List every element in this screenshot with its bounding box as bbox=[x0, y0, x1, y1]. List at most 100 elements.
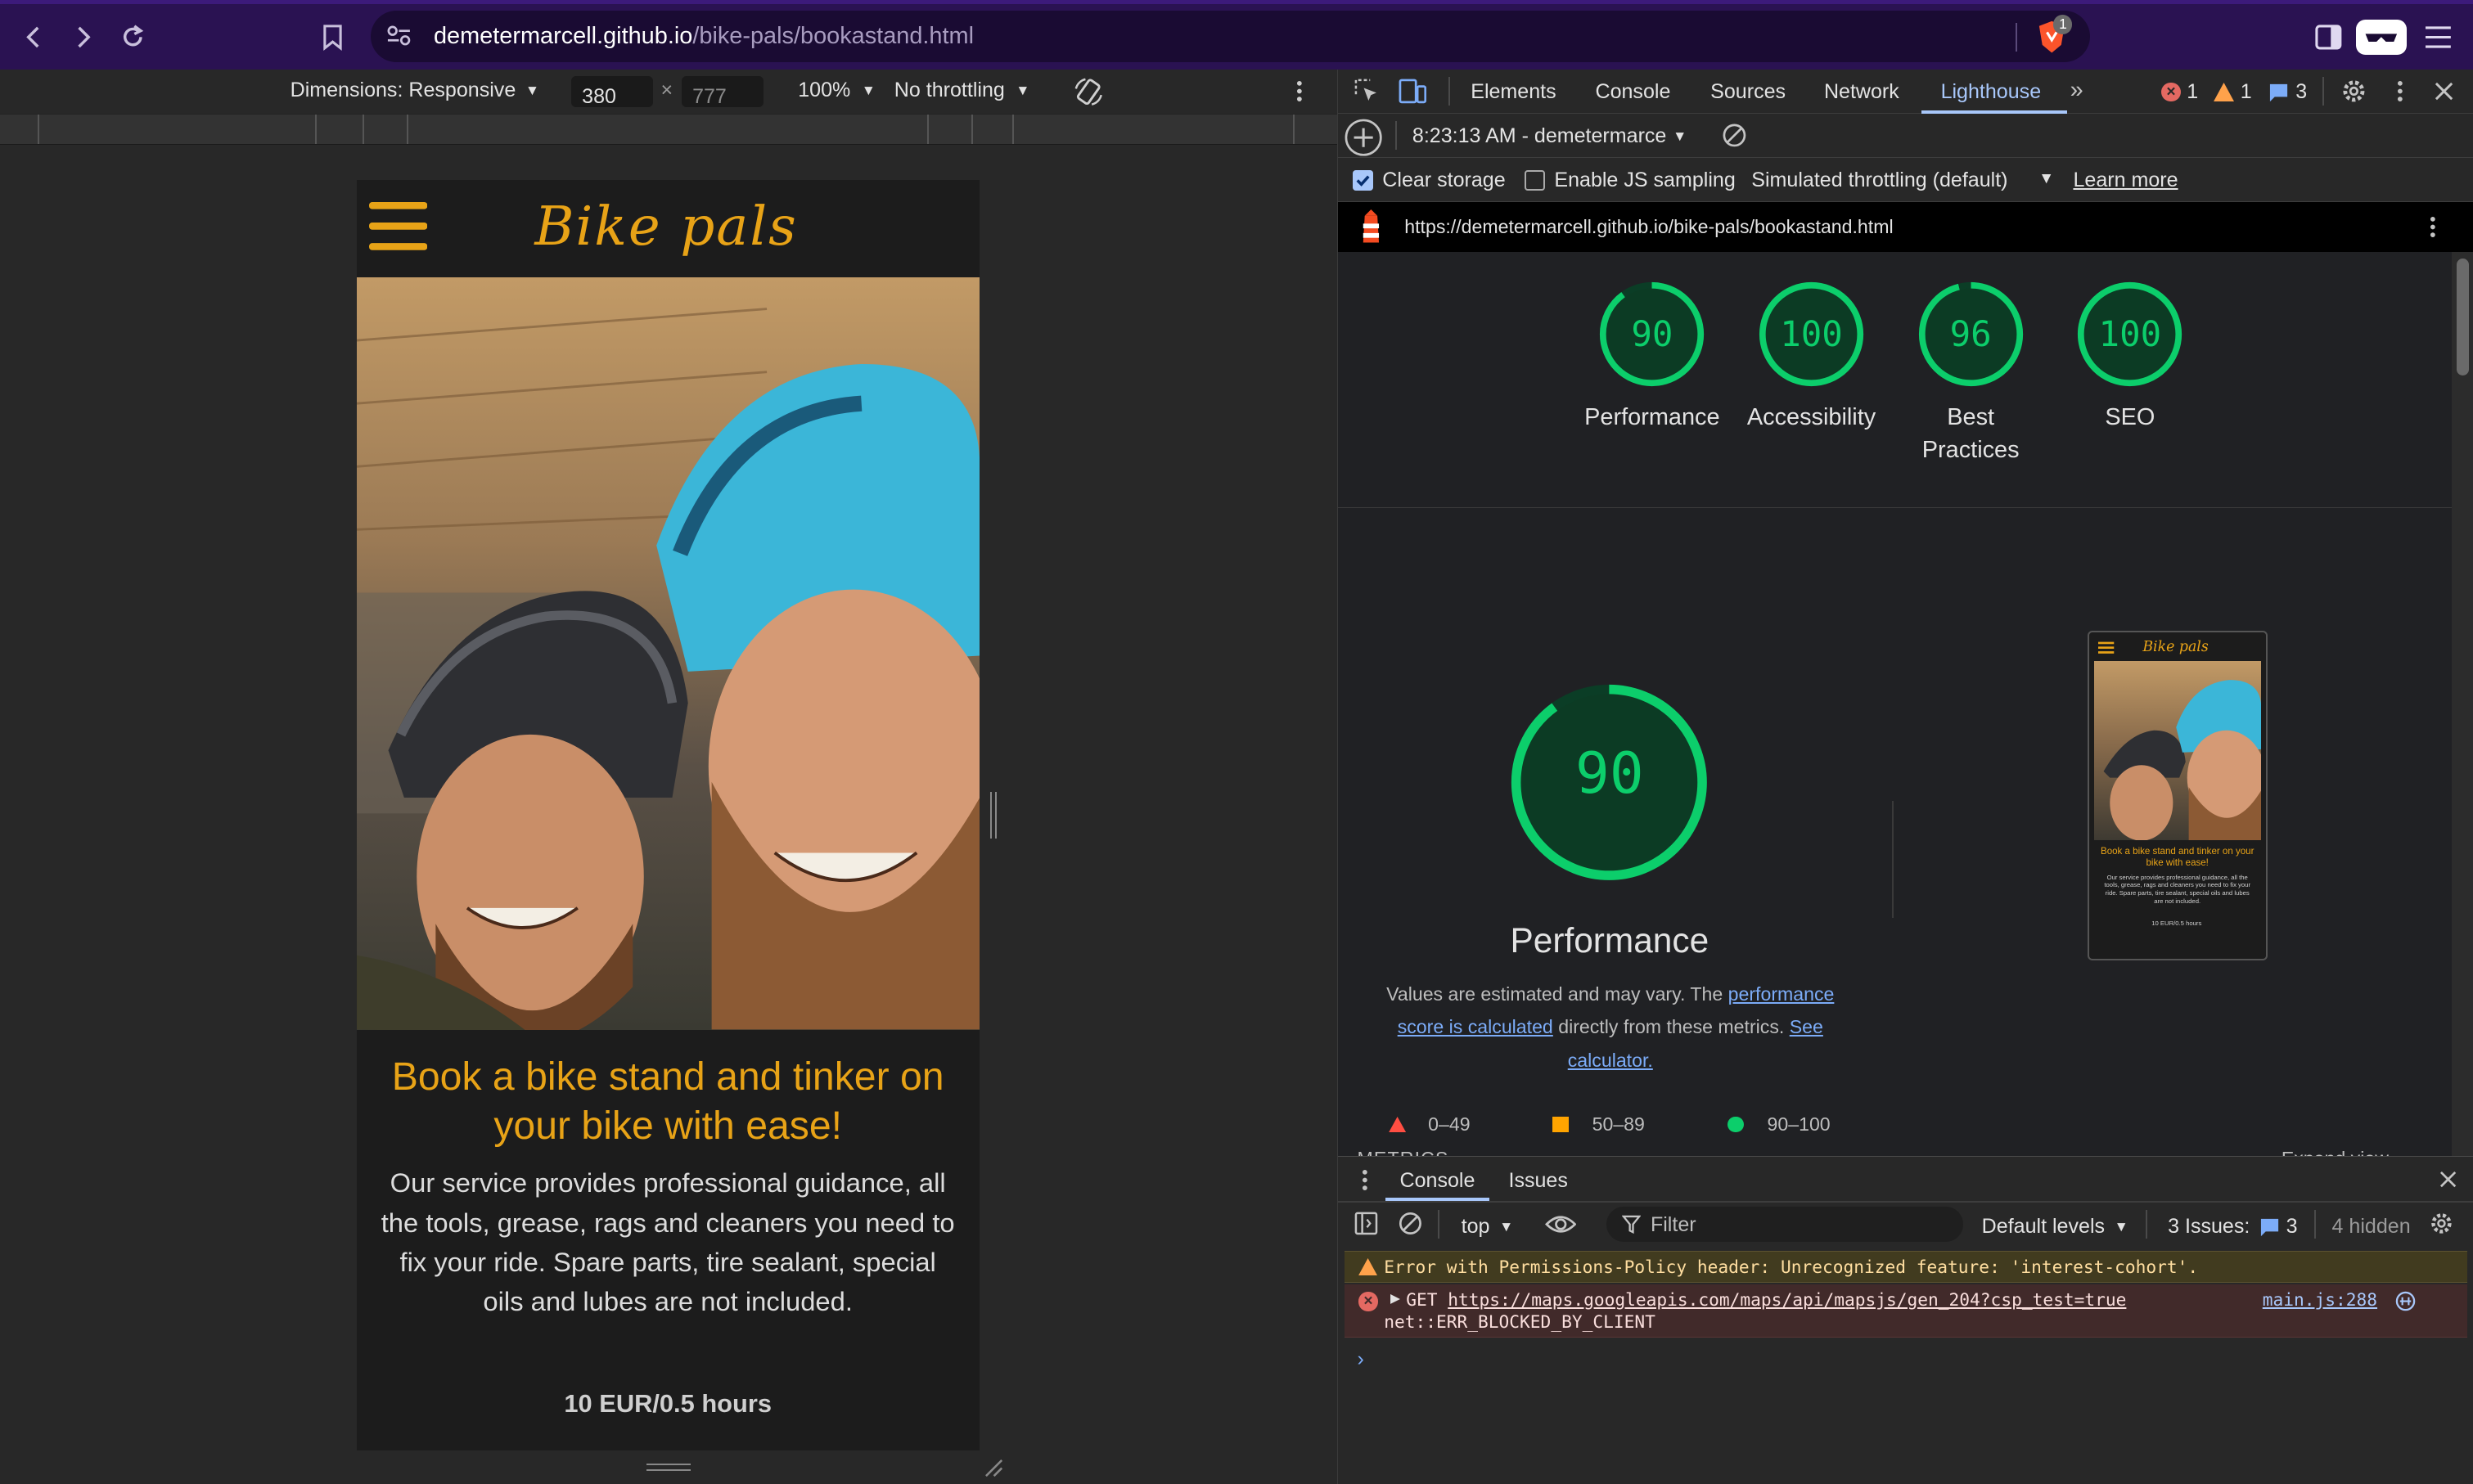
report-body: 90 Performance 100 Accessibility 96 Best… bbox=[1338, 252, 2453, 1156]
thumb-price: 10 EUR/0.5 hours bbox=[2151, 919, 2202, 927]
clear-console-icon[interactable] bbox=[1399, 1212, 1422, 1235]
tab-elements[interactable]: Elements bbox=[1471, 80, 1556, 104]
gauge-label: Best Practices bbox=[1921, 403, 2020, 463]
site-info-icon[interactable] bbox=[386, 25, 412, 47]
js-sampling-label[interactable]: Enable JS sampling bbox=[1554, 169, 1735, 192]
score-gauge-performance[interactable]: 90 Performance bbox=[1565, 281, 1739, 434]
more-options-icon[interactable] bbox=[1296, 80, 1303, 102]
zoom-select[interactable]: 100% ▼ bbox=[798, 79, 876, 102]
thumb-logo: Bike pals bbox=[2142, 638, 2209, 655]
error-source-link[interactable]: main.js:288 bbox=[2263, 1289, 2377, 1310]
rotate-icon[interactable] bbox=[1073, 76, 1105, 108]
console-issues-count[interactable]: 3 Issues: 3 bbox=[2168, 1215, 2298, 1239]
page-body-text: Our service provides professional guidan… bbox=[381, 1167, 955, 1316]
hidden-messages-count: 4 hidden bbox=[2331, 1215, 2411, 1238]
console-prompt-icon[interactable]: › bbox=[1357, 1347, 1363, 1371]
address-bar[interactable]: demetermarcell.github.io/bike-pals/booka… bbox=[370, 10, 2090, 63]
back-icon[interactable] bbox=[22, 25, 47, 50]
expand-view-toggle[interactable]: Expand view bbox=[2282, 1148, 2389, 1156]
filter-placeholder: Filter bbox=[1650, 1213, 1696, 1237]
page-screenshot-thumbnail[interactable]: Bike pals Book a bike stand and tinker o… bbox=[2087, 630, 2268, 960]
console-filter-input[interactable]: Filter bbox=[1606, 1207, 1963, 1242]
throttling-dropdown-icon[interactable]: ▼ bbox=[2038, 170, 2054, 188]
settings-gear-icon[interactable] bbox=[2341, 79, 2367, 104]
close-drawer-icon[interactable] bbox=[2439, 1171, 2457, 1188]
legend-average: 50–89 bbox=[1552, 1113, 1645, 1135]
learn-more-link[interactable]: Learn more bbox=[2073, 169, 2178, 192]
section-divider bbox=[1891, 801, 1894, 918]
height-input[interactable]: 777 bbox=[681, 75, 764, 108]
url-host: demetermarcell.github.io bbox=[433, 23, 693, 50]
devtools-panel: Elements Console Sources Network Lightho… bbox=[1337, 69, 2473, 1484]
inspect-element-icon[interactable] bbox=[1354, 79, 1380, 104]
new-report-icon[interactable] bbox=[1345, 119, 1382, 156]
sidebar-toggle-icon[interactable] bbox=[2315, 25, 2342, 50]
tab-sources[interactable]: Sources bbox=[1710, 80, 1786, 104]
site-logo[interactable]: Bike pals bbox=[534, 196, 797, 258]
expand-error-icon[interactable]: ▶ bbox=[1390, 1291, 1400, 1306]
report-scrollbar[interactable] bbox=[2452, 252, 2473, 1156]
issues-count[interactable]: 3 bbox=[2268, 80, 2307, 104]
device-toolbar: Dimensions: Responsive ▼ 380 × 777 100% ▼ … bbox=[0, 69, 1338, 114]
js-sampling-checkbox[interactable] bbox=[1524, 170, 1545, 191]
close-devtools-icon[interactable] bbox=[2435, 82, 2453, 101]
console-error-message[interactable]: × ▶ GET https://maps.googleapis.com/maps… bbox=[1345, 1284, 2468, 1338]
browser-toolbar: demetermarcell.github.io/bike-pals/booka… bbox=[0, 0, 2473, 70]
reload-icon[interactable] bbox=[119, 23, 147, 52]
network-request-icon[interactable] bbox=[2395, 1291, 2416, 1311]
context-select[interactable]: top ▼ bbox=[1462, 1215, 1514, 1239]
viewport-right-resize-handle[interactable] bbox=[990, 791, 998, 839]
drawer-menu-icon[interactable] bbox=[1362, 1169, 1368, 1191]
devtools-menu-icon[interactable] bbox=[2397, 80, 2403, 102]
score-gauge-best-practices[interactable]: 96 Best Practices bbox=[1884, 281, 2057, 466]
error-request-url[interactable]: https://maps.googleapis.com/maps/api/map… bbox=[1448, 1289, 2126, 1310]
tab-lighthouse[interactable]: Lighthouse bbox=[1941, 80, 2042, 104]
gauge-value: 100 bbox=[2098, 313, 2162, 354]
width-input[interactable]: 380 bbox=[570, 75, 653, 108]
gauge-label: Performance bbox=[1584, 403, 1720, 430]
score-gauge-seo[interactable]: 100 SEO bbox=[2043, 281, 2217, 434]
drawer-tab-issues[interactable]: Issues bbox=[1508, 1169, 1567, 1193]
url-path: /bike-pals/bookastand.html bbox=[692, 23, 975, 50]
hamburger-menu-icon[interactable] bbox=[368, 201, 428, 253]
report-url[interactable]: https://demetermarcell.github.io/bike-pa… bbox=[1404, 216, 1893, 238]
console-settings-icon[interactable] bbox=[2430, 1212, 2453, 1235]
gauge-label: Accessibility bbox=[1746, 403, 1876, 430]
lighthouse-logo-icon bbox=[1358, 209, 1384, 244]
bookmark-icon[interactable] bbox=[322, 23, 344, 52]
clear-storage-label[interactable]: Clear storage bbox=[1382, 169, 1505, 192]
thumb-photo bbox=[2093, 660, 2261, 841]
error-count[interactable]: × 1 bbox=[2161, 80, 2198, 104]
report-select[interactable]: 8:23:13 AM - demetermarce ▼ bbox=[1412, 124, 1687, 148]
shields-badge: 1 bbox=[2053, 15, 2073, 34]
more-tabs-icon[interactable]: » bbox=[2070, 77, 2083, 104]
devtools-tabbar: Elements Console Sources Network Lightho… bbox=[1338, 70, 2473, 114]
tab-console[interactable]: Console bbox=[1595, 80, 1670, 104]
drawer-tab-console[interactable]: Console bbox=[1400, 1169, 1475, 1193]
clear-storage-checkbox[interactable] bbox=[1352, 170, 1373, 191]
viewport-corner-resize-handle[interactable] bbox=[984, 1459, 1003, 1477]
gauge-label: SEO bbox=[2105, 403, 2155, 430]
menu-icon[interactable] bbox=[2426, 26, 2451, 48]
log-levels-select[interactable]: Default levels ▼ bbox=[1982, 1215, 2128, 1239]
viewport-bottom-resize-handle[interactable] bbox=[646, 1463, 691, 1472]
scrollbar-thumb[interactable] bbox=[2456, 259, 2470, 375]
live-expression-eye-icon[interactable] bbox=[1544, 1213, 1577, 1235]
device-toggle-icon[interactable] bbox=[1399, 79, 1427, 104]
warning-count[interactable]: 1 bbox=[2213, 80, 2252, 104]
tab-network[interactable]: Network bbox=[1824, 80, 1899, 104]
score-gauge-accessibility[interactable]: 100 Accessibility bbox=[1725, 281, 1899, 434]
console-sidebar-icon[interactable] bbox=[1354, 1212, 1378, 1235]
gauge-value: 90 bbox=[1631, 313, 1673, 354]
report-menu-icon[interactable] bbox=[2430, 216, 2436, 238]
console-warning-message[interactable]: Error with Permissions-Policy header: Un… bbox=[1345, 1251, 2468, 1283]
dimensions-select[interactable]: Dimensions: Responsive ▼ bbox=[291, 79, 539, 102]
throttling-method-select[interactable]: Simulated throttling (default) bbox=[1751, 169, 2007, 192]
throttling-select[interactable]: No throttling ▼ bbox=[894, 79, 1030, 102]
console-drawer: Console Issues top ▼ Filter Default level… bbox=[1338, 1155, 2473, 1484]
error-second-line: net::ERR_BLOCKED_BY_CLIENT bbox=[1384, 1311, 1655, 1332]
private-glasses-icon[interactable] bbox=[2356, 20, 2408, 55]
forward-icon[interactable] bbox=[70, 25, 95, 50]
gauge-value: 96 bbox=[1949, 313, 1992, 354]
clear-reports-icon[interactable] bbox=[1722, 123, 1747, 148]
